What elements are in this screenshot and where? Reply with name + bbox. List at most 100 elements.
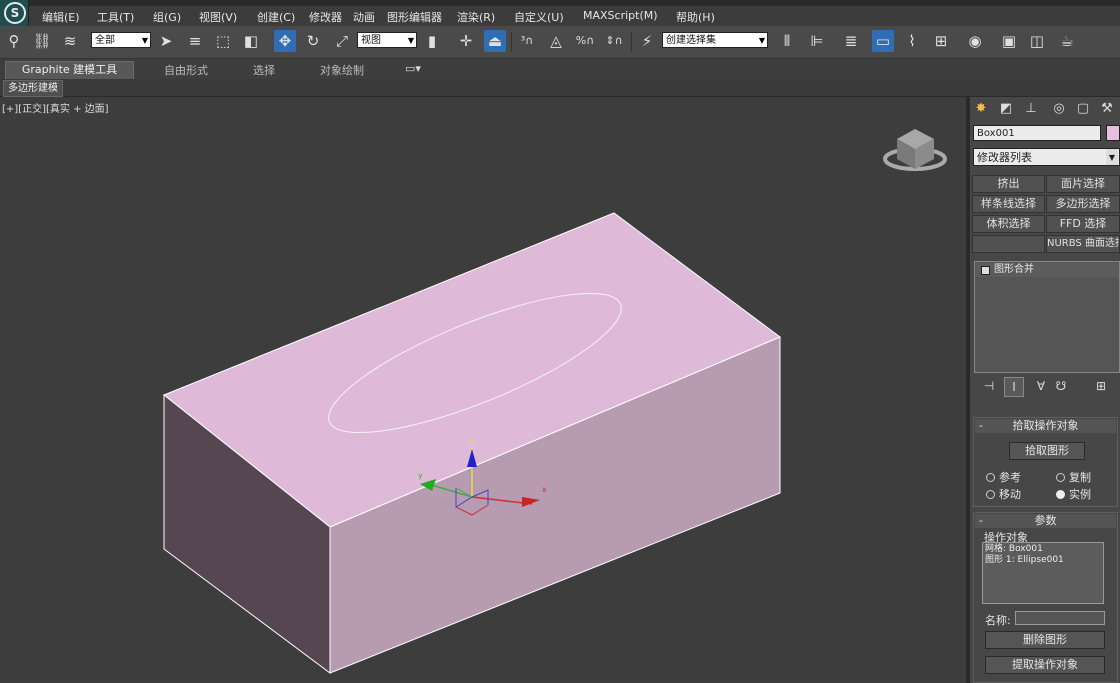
- parameters-header[interactable]: - 参数: [975, 514, 1116, 528]
- align-icon[interactable]: ⊫: [806, 30, 828, 52]
- panel-polygon-modeling[interactable]: 多边形建模: [3, 80, 63, 97]
- mod-btn-ffd-select[interactable]: FFD 选择: [1046, 215, 1120, 233]
- pick-shape-button[interactable]: 拾取图形: [1009, 442, 1085, 460]
- menu-edit[interactable]: 编辑(E): [42, 9, 80, 25]
- angle-snap-icon[interactable]: ◬: [545, 30, 567, 52]
- mod-btn-empty[interactable]: [972, 235, 1045, 253]
- tab-object-paint[interactable]: 对象绘制: [320, 62, 364, 78]
- ribbon-options-icon[interactable]: ▭▾: [405, 62, 421, 75]
- menu-tools[interactable]: 工具(T): [97, 9, 134, 25]
- pick-operand-header[interactable]: - 拾取操作对象: [975, 419, 1116, 433]
- tab-selection[interactable]: 选择: [253, 62, 275, 78]
- menu-graph-editors[interactable]: 图形编辑器: [387, 9, 442, 25]
- radio-copy[interactable]: 复制: [1056, 469, 1091, 485]
- command-panel: ✸ ◩ ⊥ ◎ ▢ ⚒ Box001 修改器列表 ▼ 挤出 面片选择 样条线选择 …: [970, 97, 1120, 683]
- modifier-stack[interactable]: 图形合并: [974, 261, 1120, 373]
- render-production-icon[interactable]: ☕: [1056, 30, 1078, 52]
- menu-customize[interactable]: 自定义(U): [514, 9, 564, 25]
- link-icon[interactable]: ⚲: [3, 30, 25, 52]
- manipulate-icon[interactable]: ✛: [455, 30, 477, 52]
- menu-group[interactable]: 组(G): [153, 9, 181, 25]
- expand-toggle-icon[interactable]: [981, 266, 990, 275]
- select-rotate-icon[interactable]: ↻: [302, 30, 324, 52]
- menu-help[interactable]: 帮助(H): [676, 9, 715, 25]
- menu-views[interactable]: 视图(V): [199, 9, 237, 25]
- operands-list[interactable]: 网格: Box001 图形 1: Ellipse001: [982, 542, 1104, 604]
- tab-freeform[interactable]: 自由形式: [164, 62, 208, 78]
- selection-filter-select[interactable]: 全部 ▼: [91, 32, 151, 48]
- reference-coord-select[interactable]: 视图 ▼: [357, 32, 417, 48]
- make-unique-icon[interactable]: ∀: [1032, 377, 1050, 395]
- named-selection-set-select[interactable]: 创建选择集 ▼: [662, 32, 768, 48]
- radio-move[interactable]: 移动: [986, 486, 1021, 502]
- max-logo-icon: S: [4, 2, 26, 24]
- mod-btn-patch-select[interactable]: 面片选择: [1046, 175, 1120, 193]
- operand-item[interactable]: 图形 1: Ellipse001: [985, 555, 1101, 566]
- viewcube-icon[interactable]: [883, 129, 947, 171]
- configure-modifier-sets-icon[interactable]: ⊞: [1092, 377, 1110, 395]
- pivot-center-icon[interactable]: ▮: [421, 30, 443, 52]
- tab-graphite-modeling[interactable]: Graphite 建模工具: [5, 61, 134, 79]
- mirror-icon[interactable]: ⫴: [776, 30, 798, 52]
- edit-named-selection-icon[interactable]: ⚡: [636, 30, 658, 52]
- delete-shape-button[interactable]: 删除图形: [985, 631, 1105, 649]
- svg-text:z: z: [470, 436, 474, 445]
- name-label: 名称:: [985, 614, 1011, 627]
- curve-editor-icon[interactable]: ⌇: [901, 30, 923, 52]
- spinner-snap-icon[interactable]: ⇕∩: [603, 30, 625, 52]
- radio-instance[interactable]: 实例: [1056, 486, 1091, 502]
- remove-modifier-icon[interactable]: ☋: [1052, 377, 1070, 395]
- display-tab-icon[interactable]: ▢: [1074, 100, 1092, 118]
- show-end-result-icon[interactable]: I: [1004, 377, 1024, 397]
- main-toolbar: ⚲ ⛓ ≋ 全部 ▼ ➤ ≡ ⬚ ◧ ✥ ↻ ⤢ 视图 ▼ ▮ ✛ ⏏ ³∩ ◬ %…: [0, 26, 1120, 59]
- mod-btn-extrude[interactable]: 挤出: [972, 175, 1045, 193]
- app-logo[interactable]: S: [0, 0, 29, 26]
- select-move-icon[interactable]: ✥: [274, 30, 296, 52]
- graphite-toggle-icon[interactable]: ▭: [872, 30, 894, 52]
- pin-stack-icon[interactable]: ⊣: [980, 377, 998, 395]
- svg-text:y: y: [418, 471, 423, 480]
- menu-create[interactable]: 创建(C): [257, 9, 295, 25]
- mod-btn-nurbs-select[interactable]: NURBS 曲面选择: [1046, 235, 1120, 253]
- menu-maxscript[interactable]: MAXScript(M): [583, 9, 658, 22]
- radio-reference[interactable]: 参考: [986, 469, 1021, 485]
- operand-item[interactable]: 网格: Box001: [985, 544, 1101, 555]
- object-color-swatch[interactable]: [1106, 125, 1120, 141]
- menu-modifiers[interactable]: 修改器: [309, 9, 342, 25]
- select-scale-icon[interactable]: ⤢: [331, 30, 353, 52]
- mod-btn-volume-select[interactable]: 体积选择: [972, 215, 1045, 233]
- window-crossing-icon[interactable]: ◧: [240, 30, 262, 52]
- select-by-name-icon[interactable]: ≡: [184, 30, 206, 52]
- material-editor-icon[interactable]: ◉: [964, 30, 986, 52]
- object-name-field[interactable]: Box001: [973, 125, 1101, 141]
- motion-tab-icon[interactable]: ◎: [1050, 100, 1068, 118]
- mod-btn-spline-select[interactable]: 样条线选择: [972, 195, 1045, 213]
- bind-spacewarp-icon[interactable]: ≋: [59, 30, 81, 52]
- rect-selection-icon[interactable]: ⬚: [212, 30, 234, 52]
- hierarchy-tab-icon[interactable]: ⊥: [1022, 100, 1040, 118]
- stack-item-shapemerge[interactable]: 图形合并: [976, 263, 1118, 277]
- schematic-view-icon[interactable]: ⊞: [930, 30, 952, 52]
- pick-operand-rollout: - 拾取操作对象 拾取图形 参考 复制 移动 实例: [973, 417, 1118, 507]
- render-setup-icon[interactable]: ▣: [998, 30, 1020, 52]
- menu-bar: 编辑(E) 工具(T) 组(G) 视图(V) 创建(C) 修改器 动画 图形编辑…: [0, 6, 1120, 26]
- extract-operand-button[interactable]: 提取操作对象: [985, 656, 1105, 674]
- create-tab-icon[interactable]: ✸: [972, 100, 990, 118]
- menu-animation[interactable]: 动画: [353, 9, 375, 25]
- modify-tab-icon[interactable]: ◩: [997, 100, 1015, 118]
- unlink-icon[interactable]: ⛓: [31, 30, 53, 52]
- utilities-tab-icon[interactable]: ⚒: [1098, 100, 1116, 118]
- operand-name-field[interactable]: [1015, 611, 1105, 625]
- mod-btn-poly-select[interactable]: 多边形选择: [1046, 195, 1120, 213]
- percent-snap-icon[interactable]: %∩: [574, 30, 596, 52]
- modifier-list-dropdown[interactable]: 修改器列表 ▼: [973, 148, 1120, 166]
- snaps-toggle-icon[interactable]: ³∩: [516, 30, 538, 52]
- keyboard-shortcut-icon[interactable]: ⏏: [484, 30, 506, 52]
- svg-text:x: x: [542, 485, 547, 494]
- ribbon-tab-bar: Graphite 建模工具 自由形式 选择 对象绘制 ▭▾: [0, 59, 1120, 79]
- perspective-viewport[interactable]: [+][正交][真实 + 边面] z x y: [0, 97, 966, 683]
- menu-rendering[interactable]: 渲染(R): [457, 9, 495, 25]
- layer-manager-icon[interactable]: ≣: [840, 30, 862, 52]
- select-object-icon[interactable]: ➤: [155, 30, 177, 52]
- rendered-frame-icon[interactable]: ◫: [1026, 30, 1048, 52]
